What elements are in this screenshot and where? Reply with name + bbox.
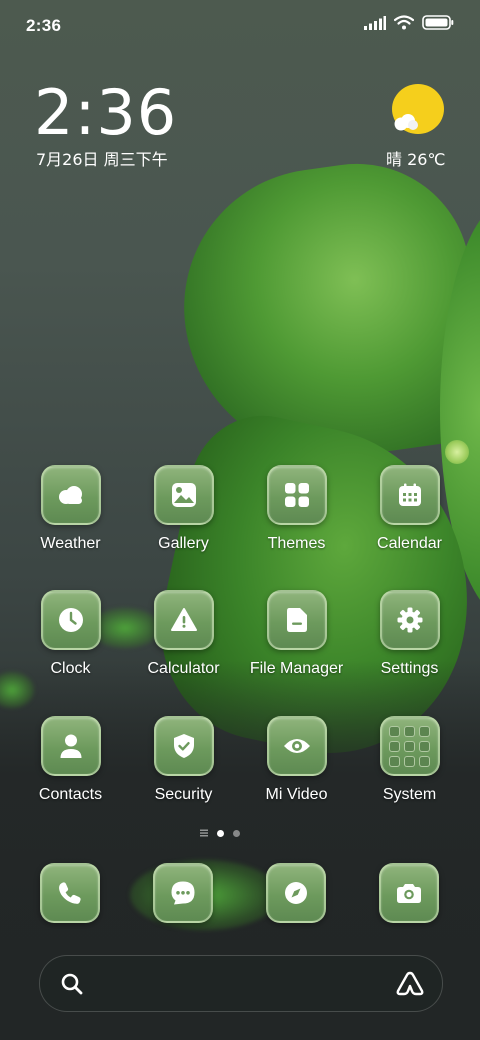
battery-icon — [422, 15, 454, 30]
status-time: 2:36 — [26, 16, 62, 35]
page-indicator[interactable] — [200, 829, 240, 837]
weather-temperature: 26℃ — [407, 150, 446, 169]
clock-icon — [58, 608, 83, 632]
dock-messages[interactable] — [153, 863, 213, 923]
app-folder-system[interactable]: System — [353, 716, 466, 816]
calendar-icon — [398, 483, 421, 506]
app-label: Themes — [267, 535, 326, 552]
app-calculator[interactable]: Calculator — [127, 590, 240, 690]
security-icon — [173, 734, 194, 758]
wallpaper-leaf-center — [445, 440, 469, 464]
app-contacts[interactable]: Contacts — [14, 716, 127, 816]
app-calendar[interactable]: Calendar — [353, 465, 466, 565]
file-manager-icon — [286, 608, 307, 632]
search-icon[interactable] — [60, 972, 84, 996]
browser-icon — [285, 882, 307, 904]
signal-icon — [364, 15, 386, 30]
app-security[interactable]: Security — [127, 716, 240, 816]
calculator-icon — [170, 608, 197, 631]
home-screen: 2:36 2:36 7月26日 周三下午 晴 26℃ Weather Galle… — [0, 0, 480, 1040]
page-list-icon — [200, 829, 208, 837]
settings-icon — [397, 607, 422, 633]
app-clock[interactable]: Clock — [14, 590, 127, 690]
page-dot-active — [217, 829, 224, 837]
clock-widget-time[interactable]: 2:36 — [34, 76, 177, 149]
weather-icon — [58, 486, 82, 504]
status-icons — [364, 15, 454, 30]
phone-icon — [59, 882, 81, 904]
app-label: Weather — [40, 535, 101, 552]
messages-icon — [171, 881, 195, 905]
app-label: Gallery — [158, 535, 209, 552]
app-label: Calculator — [147, 660, 220, 677]
app-label: Calendar — [377, 535, 442, 552]
wifi-icon — [394, 15, 414, 30]
contacts-icon — [60, 734, 81, 758]
app-label: File Manager — [249, 660, 344, 677]
app-gallery[interactable]: Gallery — [127, 465, 240, 565]
wallpaper-leaf — [166, 149, 480, 477]
dock-camera[interactable] — [379, 863, 439, 923]
clock-widget-date[interactable]: 7月26日 周三下午 — [36, 146, 168, 170]
app-label: Security — [154, 786, 213, 803]
weather-condition: 晴 — [386, 150, 403, 169]
app-label: Clock — [50, 660, 91, 677]
app-label: System — [382, 786, 437, 803]
dock-phone[interactable] — [40, 863, 100, 923]
status-bar: 2:36 — [0, 0, 480, 50]
cloud-icon — [394, 114, 418, 131]
search-bar[interactable] — [39, 955, 443, 1012]
app-weather[interactable]: Weather — [14, 465, 127, 565]
app-label: Mi Video — [265, 786, 328, 803]
camera-icon — [397, 884, 421, 903]
app-label: Contacts — [38, 786, 103, 803]
app-themes[interactable]: Themes — [240, 465, 353, 565]
app-label: Settings — [380, 660, 439, 677]
assistant-icon[interactable] — [396, 971, 424, 997]
mi-video-icon — [283, 739, 310, 753]
themes-icon — [284, 483, 309, 507]
app-file-manager[interactable]: File Manager — [240, 590, 353, 690]
app-settings[interactable]: Settings — [353, 590, 466, 690]
weather-widget-text[interactable]: 晴 26℃ — [386, 146, 445, 170]
folder-icon — [389, 725, 430, 767]
app-mi-video[interactable]: Mi Video — [240, 716, 353, 816]
gallery-icon — [171, 483, 196, 507]
dock-browser[interactable] — [266, 863, 326, 923]
page-dot — [233, 829, 240, 837]
